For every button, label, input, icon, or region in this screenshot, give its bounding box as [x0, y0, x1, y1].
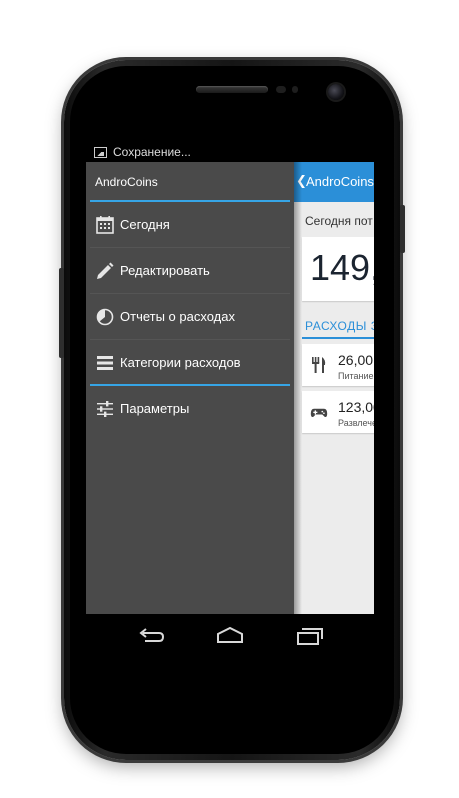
expense-category: Питание — [338, 371, 374, 381]
gamepad-icon — [310, 408, 328, 418]
status-text: Сохранение... — [113, 145, 191, 159]
total-amount: 149, — [310, 247, 374, 288]
volume-button — [59, 268, 64, 358]
sensor — [276, 86, 286, 93]
navigation-drawer: AndroCoins Сегодня Редактировать Отчеты … — [86, 162, 294, 614]
status-bar: Сохранение... — [86, 142, 374, 162]
expense-value: 26,00 — [338, 352, 374, 368]
drawer-item-label: Отчеты о расходах — [120, 309, 235, 324]
back-icon[interactable] — [135, 624, 165, 648]
action-bar[interactable]: ❮ AndroCoins — [294, 162, 374, 202]
drawer-item-today[interactable]: Сегодня — [86, 202, 294, 247]
drawer-item-categories[interactable]: Категории расходов — [86, 340, 294, 385]
drawer-item-reports[interactable]: Отчеты о расходах — [86, 294, 294, 339]
calendar-icon — [96, 216, 114, 234]
expense-category: Развлече — [338, 418, 374, 428]
pencil-icon — [97, 262, 114, 279]
expense-value: 123,00 — [338, 399, 374, 415]
home-icon[interactable] — [215, 624, 245, 648]
drawer-item-label: Параметры — [120, 401, 190, 416]
action-bar-title[interactable]: AndroCoins — [306, 174, 374, 189]
main-content: ❮ AndroCoins Сегодня пот 149, РАСХОДЫ З … — [294, 162, 374, 614]
expense-item[interactable]: 26,00 Питание — [302, 344, 374, 386]
earpiece-speaker — [196, 86, 268, 93]
screen: Сохранение... ❮ AndroCoins Сегодня пот 1… — [86, 142, 374, 614]
drawer-item-label: Сегодня — [120, 217, 170, 232]
drawer-item-label: Редактировать — [120, 263, 210, 278]
drawer-item-edit[interactable]: Редактировать — [86, 248, 294, 293]
drawer-item-settings[interactable]: Параметры — [86, 386, 294, 431]
expense-item[interactable]: 123,00 Развлече — [302, 391, 374, 433]
fork-knife-icon — [312, 357, 326, 373]
list-icon — [97, 356, 113, 370]
total-amount-card: 149, — [302, 237, 374, 301]
image-icon — [94, 147, 107, 158]
sliders-icon — [97, 401, 113, 417]
today-label: Сегодня пот — [305, 214, 373, 228]
recents-icon[interactable] — [295, 624, 325, 648]
section-divider — [302, 337, 374, 339]
pie-chart-icon — [96, 308, 114, 326]
sensor — [292, 86, 298, 93]
navigation-bar — [86, 614, 374, 658]
drawer-title: AndroCoins — [95, 175, 158, 189]
power-button — [400, 205, 405, 253]
front-camera — [328, 84, 344, 100]
expenses-section-title: РАСХОДЫ З — [305, 319, 374, 333]
drawer-item-label: Категории расходов — [120, 355, 241, 370]
drawer-shadow — [294, 162, 302, 614]
